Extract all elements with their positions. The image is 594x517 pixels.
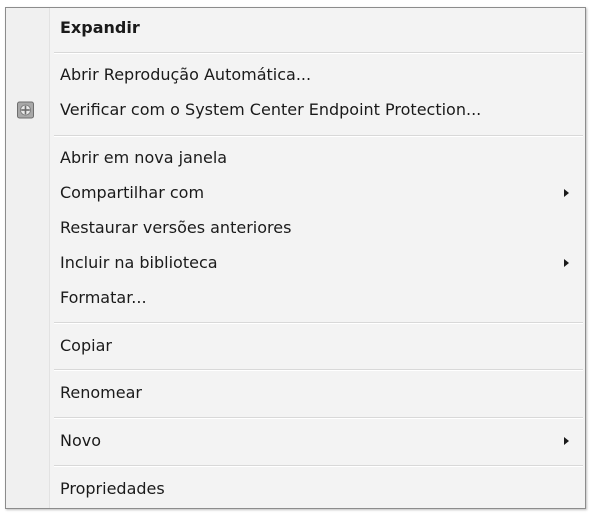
submenu-arrow-icon — [564, 189, 569, 197]
menu-item-label: Verificar com o System Center Endpoint P… — [60, 100, 482, 119]
menu-item-abrir-reproducao-automatica[interactable]: Abrir Reprodução Automática... — [6, 60, 585, 90]
menu-item-incluir-biblioteca[interactable]: Incluir na biblioteca — [6, 248, 585, 278]
menu-item-label: Expandir — [60, 18, 140, 37]
menu-item-label: Propriedades — [60, 479, 165, 498]
menu-separator — [54, 52, 583, 54]
menu-item-novo[interactable]: Novo — [6, 426, 585, 456]
menu-item-label: Copiar — [60, 336, 112, 355]
menu-item-label: Compartilhar com — [60, 183, 205, 202]
submenu-arrow-icon — [564, 259, 569, 267]
menu-item-abrir-nova-janela[interactable]: Abrir em nova janela — [6, 143, 585, 173]
menu-item-copiar[interactable]: Copiar — [6, 331, 585, 361]
menu-separator — [54, 417, 583, 419]
menu-separator — [54, 369, 583, 371]
menu-separator — [54, 465, 583, 467]
menu-item-formatar[interactable]: Formatar... — [6, 283, 585, 313]
menu-item-label: Renomear — [60, 383, 142, 402]
menu-separator — [54, 322, 583, 324]
shield-icon — [17, 101, 34, 119]
menu-item-label: Formatar... — [60, 288, 147, 307]
menu-item-restaurar-versoes[interactable]: Restaurar versões anteriores — [6, 213, 585, 243]
menu-separator — [54, 135, 583, 137]
menu-item-verificar-endpoint-protection[interactable]: Verificar com o System Center Endpoint P… — [6, 95, 585, 125]
menu-item-propriedades[interactable]: Propriedades — [6, 474, 585, 504]
menu-item-compartilhar-com[interactable]: Compartilhar com — [6, 178, 585, 208]
menu-item-label: Abrir em nova janela — [60, 148, 228, 167]
menu-item-expandir[interactable]: Expandir — [6, 13, 585, 43]
menu-item-label: Novo — [60, 431, 102, 450]
menu-item-label: Restaurar versões anteriores — [60, 218, 292, 237]
menu-item-label: Incluir na biblioteca — [60, 253, 218, 272]
menu-item-label: Abrir Reprodução Automática... — [60, 65, 312, 84]
context-menu: Expandir Abrir Reprodução Automática... … — [5, 7, 586, 509]
submenu-arrow-icon — [564, 437, 569, 445]
menu-item-renomear[interactable]: Renomear — [6, 378, 585, 408]
